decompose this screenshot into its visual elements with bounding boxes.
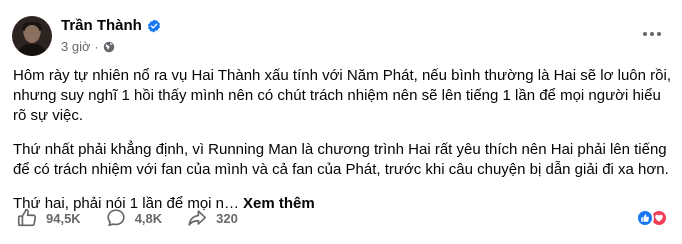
thumbs-up-icon	[16, 207, 38, 229]
like-button[interactable]: 94,5K	[16, 207, 81, 229]
author-name[interactable]: Trần Thành	[61, 17, 142, 34]
action-bar: 94,5K 4,8K 320	[16, 207, 262, 229]
more-options-icon[interactable]	[640, 24, 664, 44]
comment-bubble-icon	[105, 207, 127, 229]
share-button[interactable]: 320	[186, 207, 238, 229]
author-avatar[interactable]	[12, 16, 52, 56]
post-meta: 3 giờ ·	[61, 39, 115, 54]
post-text: Hôm rày tự nhiên nổ ra vụ Hai Thành xấu …	[13, 66, 673, 228]
like-count: 94,5K	[46, 210, 81, 226]
comment-count: 4,8K	[134, 210, 163, 226]
post-author: Trần Thành	[61, 17, 161, 34]
post-timestamp[interactable]: 3 giờ	[61, 39, 91, 54]
post-paragraph-2: Thứ nhất phải khẳng định, vì Running Man…	[13, 141, 669, 178]
verified-badge-icon	[147, 19, 161, 33]
like-reaction-icon	[636, 209, 654, 227]
reaction-summary[interactable]	[636, 209, 668, 227]
post-card: Trần Thành 3 giờ · Hôm rày tự nhiên nổ r…	[0, 0, 682, 244]
meta-separator: ·	[94, 39, 99, 54]
share-arrow-icon	[186, 207, 208, 229]
globe-icon	[103, 41, 115, 53]
comment-button[interactable]: 4,8K	[105, 207, 162, 229]
post-paragraph-1: Hôm rày tự nhiên nổ ra vụ Hai Thành xấu …	[13, 67, 671, 124]
share-count: 320	[216, 210, 238, 226]
